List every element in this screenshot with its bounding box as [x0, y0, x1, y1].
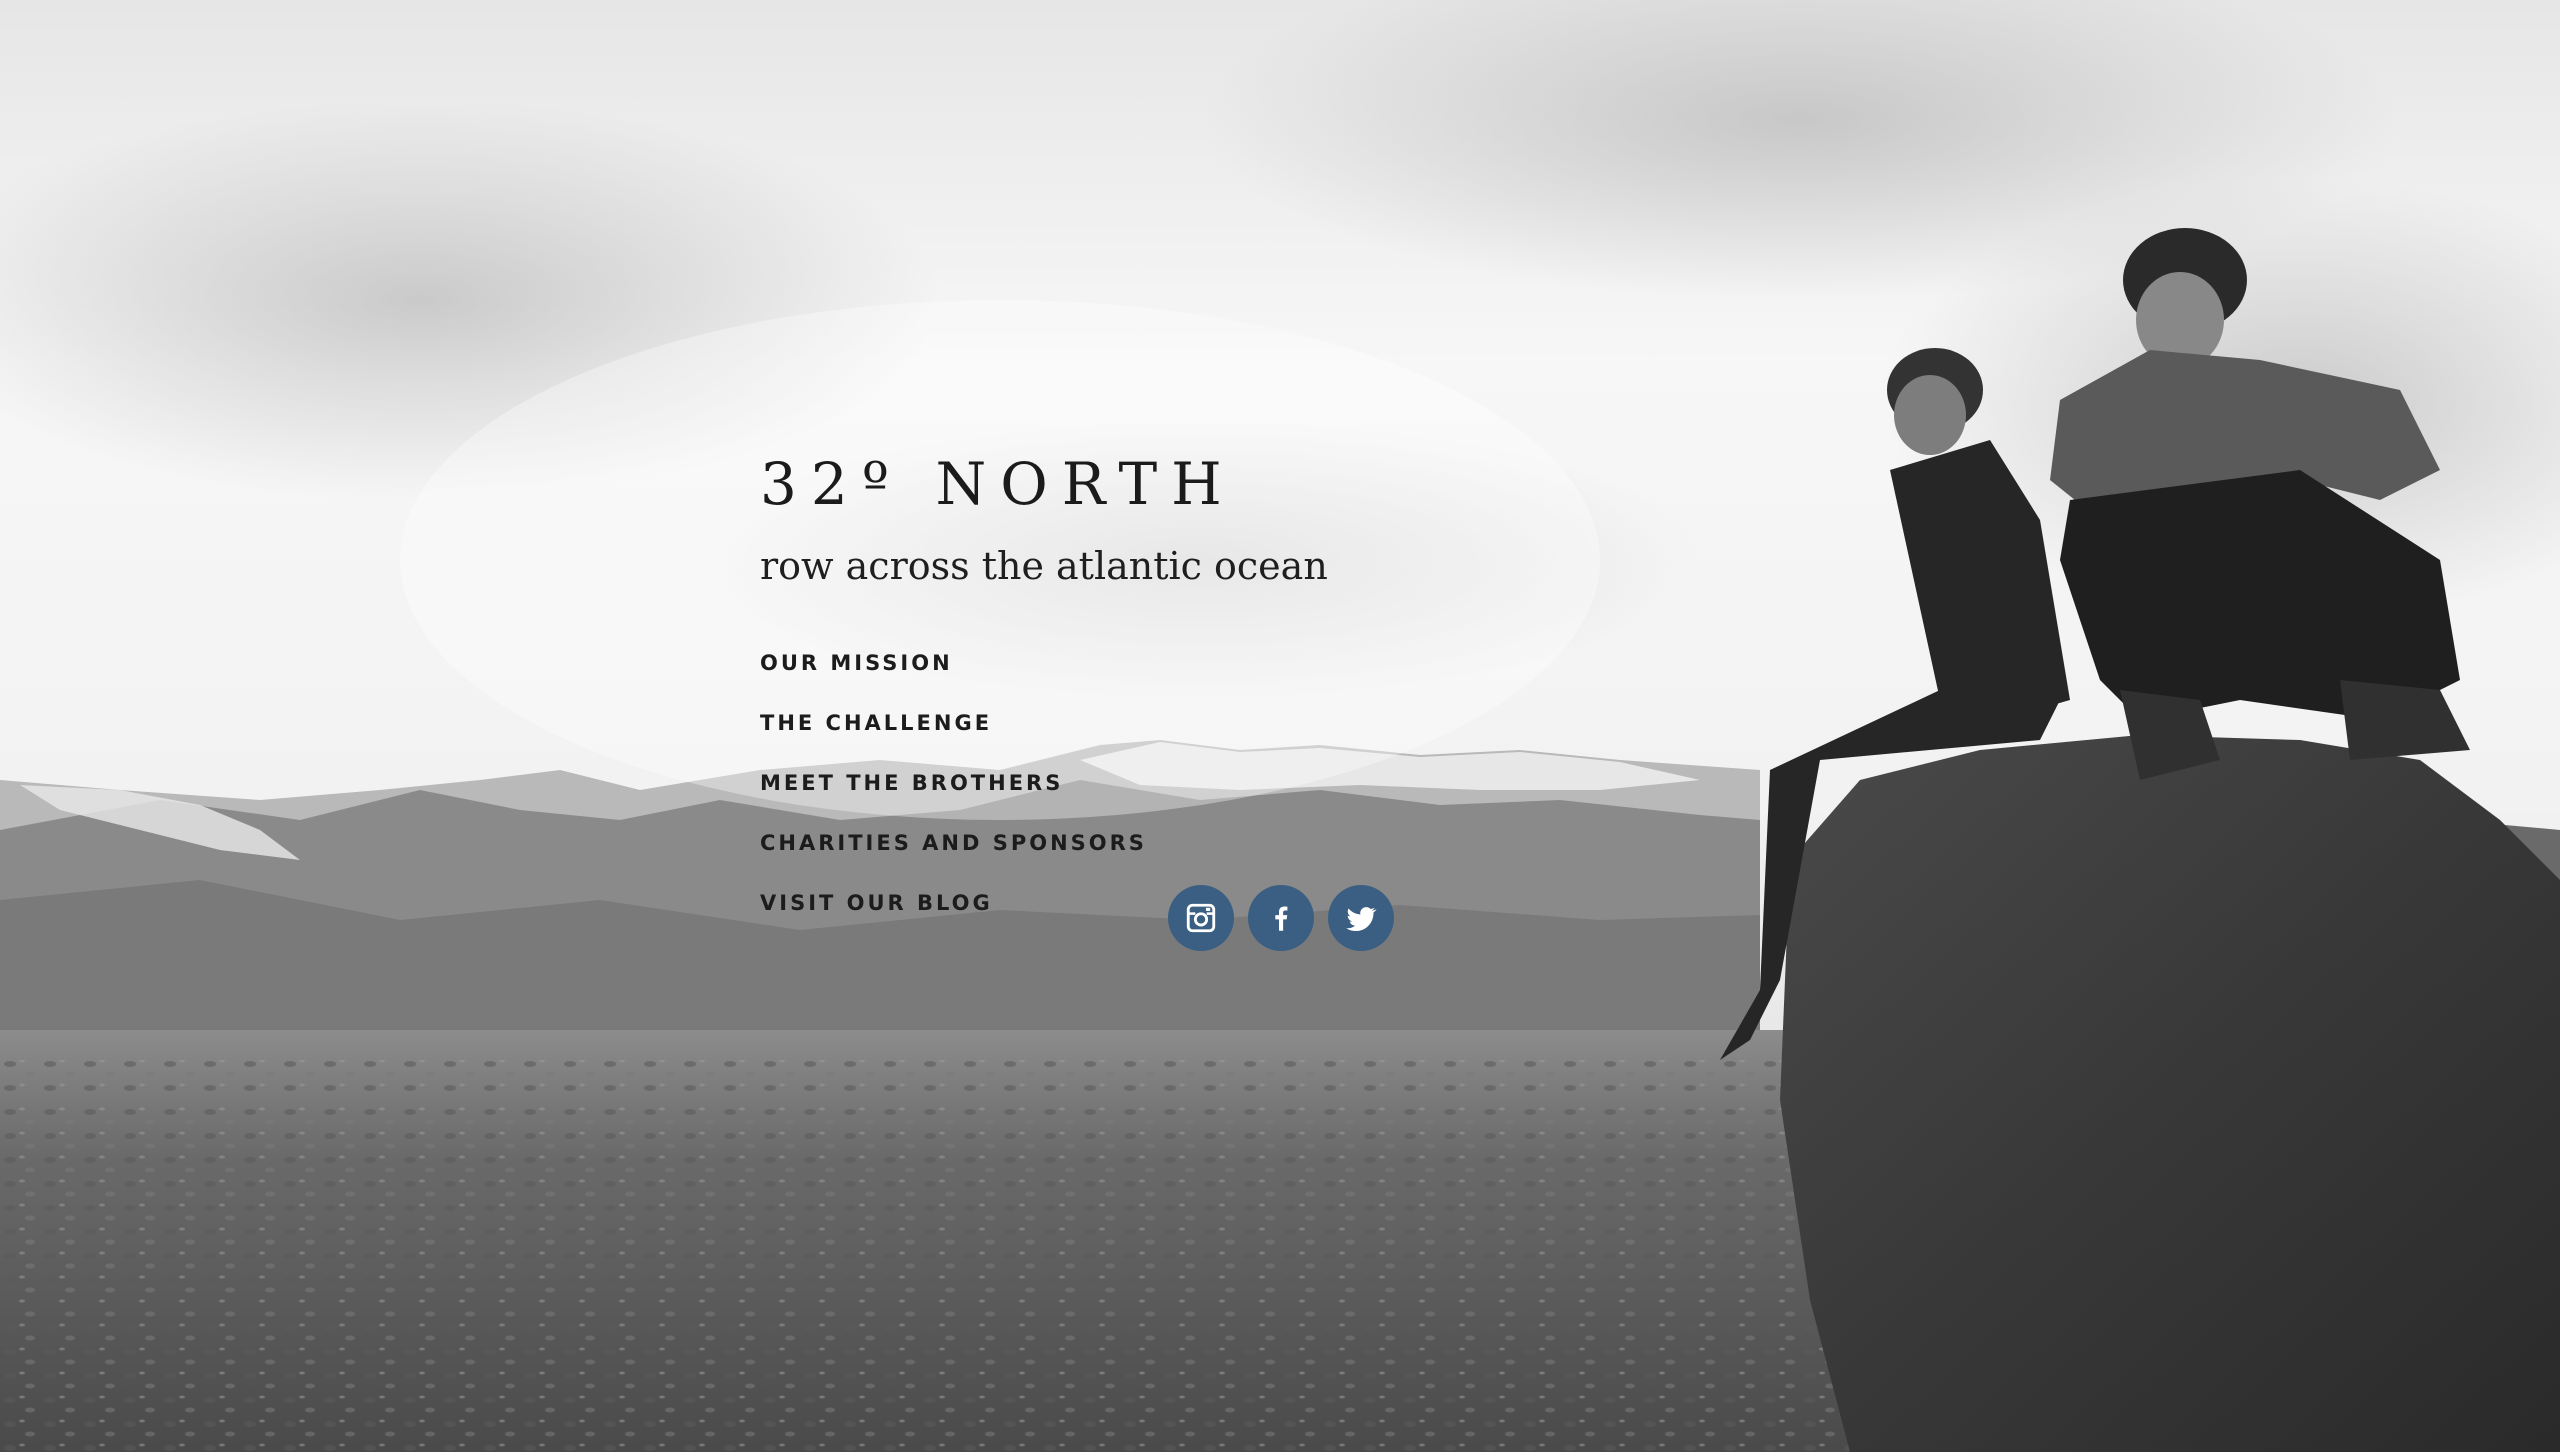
site-tagline: row across the atlantic ocean [760, 544, 1328, 588]
site-title: 32º NORTH [760, 450, 1236, 518]
hero-page: 32º NORTH row across the atlantic ocean … [0, 0, 2560, 1452]
social-links [1168, 885, 1394, 951]
facebook-button[interactable] [1248, 885, 1314, 951]
nav-item-charities-and-sponsors[interactable]: CHARITIES AND SPONSORS [760, 830, 1660, 890]
instagram-icon [1186, 903, 1216, 933]
nav-item-meet-the-brothers[interactable]: MEET THE BROTHERS [760, 770, 1660, 830]
nav-item-our-mission[interactable]: OUR MISSION [760, 650, 1660, 710]
facebook-icon [1275, 906, 1288, 931]
twitter-button[interactable] [1328, 885, 1394, 951]
nav-item-the-challenge[interactable]: THE CHALLENGE [760, 710, 1660, 770]
hero-content: 32º NORTH row across the atlantic ocean … [760, 452, 1660, 950]
instagram-button[interactable] [1168, 885, 1234, 951]
twitter-icon [1346, 907, 1377, 932]
